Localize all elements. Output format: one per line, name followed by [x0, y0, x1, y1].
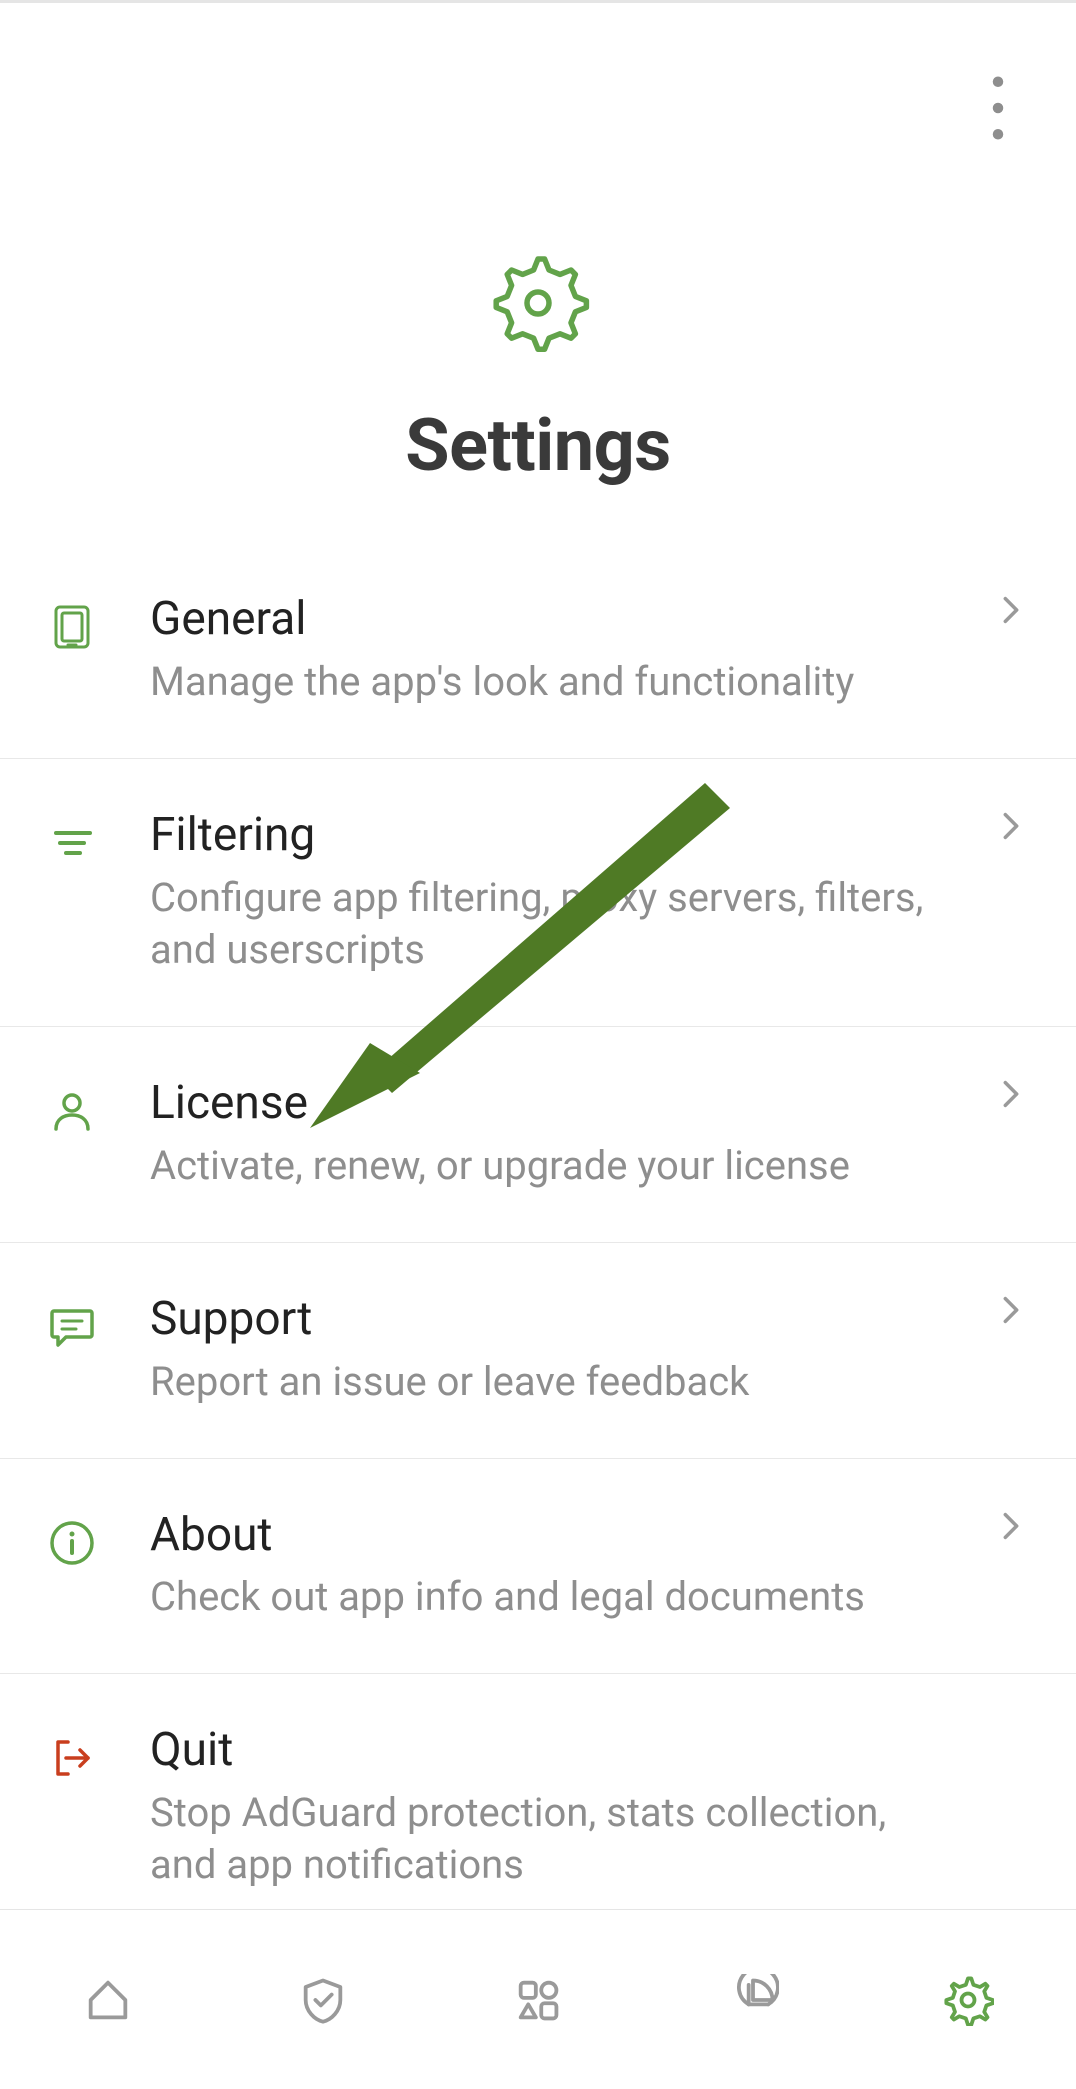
- gear-icon: [942, 1974, 994, 2026]
- nav-settings[interactable]: [861, 1910, 1076, 2089]
- chevron-right-icon: [994, 593, 1028, 631]
- item-subtitle: Configure app filtering, proxy servers, …: [150, 872, 930, 976]
- device-icon: [42, 597, 102, 657]
- item-title: Filtering: [150, 809, 1020, 862]
- more-vertical-icon: [988, 73, 1008, 143]
- settings-item-license[interactable]: License Activate, renew, or upgrade your…: [0, 1027, 1076, 1243]
- nav-protection[interactable]: [215, 1910, 430, 2089]
- item-subtitle: Manage the app's look and functionality: [150, 656, 930, 708]
- settings-item-quit[interactable]: Quit Stop AdGuard protection, stats coll…: [0, 1674, 1076, 1941]
- chat-icon: [42, 1297, 102, 1357]
- chevron-right-icon: [994, 1077, 1028, 1115]
- info-icon: [42, 1513, 102, 1573]
- more-menu-button[interactable]: [988, 73, 1008, 147]
- chevron-right-icon: [994, 809, 1028, 847]
- filter-icon: [42, 813, 102, 873]
- item-subtitle: Activate, renew, or upgrade your license: [150, 1140, 930, 1192]
- chevron-right-icon: [994, 1509, 1028, 1547]
- nav-home[interactable]: [0, 1910, 215, 2089]
- settings-item-filtering[interactable]: Filtering Configure app filtering, proxy…: [0, 759, 1076, 1027]
- shield-icon: [297, 1974, 349, 2026]
- nav-stats[interactable]: [646, 1910, 861, 2089]
- item-title: About: [150, 1509, 1020, 1562]
- pie-chart-icon: [727, 1974, 779, 2026]
- settings-item-about[interactable]: About Check out app info and legal docum…: [0, 1459, 1076, 1675]
- item-title: License: [150, 1077, 1020, 1130]
- settings-item-support[interactable]: Support Report an issue or leave feedbac…: [0, 1243, 1076, 1459]
- item-title: Quit: [150, 1724, 1020, 1777]
- item-title: General: [150, 593, 1020, 646]
- chevron-right-icon: [994, 1293, 1028, 1331]
- item-subtitle: Check out app info and legal documents: [150, 1571, 930, 1623]
- settings-header-icon: [478, 243, 598, 363]
- item-title: Support: [150, 1293, 1020, 1346]
- page-title: Settings: [405, 403, 670, 488]
- user-icon: [42, 1081, 102, 1141]
- bottom-nav: [0, 1909, 1076, 2089]
- settings-item-general[interactable]: General Manage the app's look and functi…: [0, 543, 1076, 759]
- nav-apps[interactable]: [430, 1910, 645, 2089]
- exit-icon: [42, 1728, 102, 1788]
- item-subtitle: Report an issue or leave feedback: [150, 1356, 930, 1408]
- home-icon: [82, 1974, 134, 2026]
- item-subtitle: Stop AdGuard protection, stats collectio…: [150, 1787, 930, 1891]
- apps-icon: [512, 1974, 564, 2026]
